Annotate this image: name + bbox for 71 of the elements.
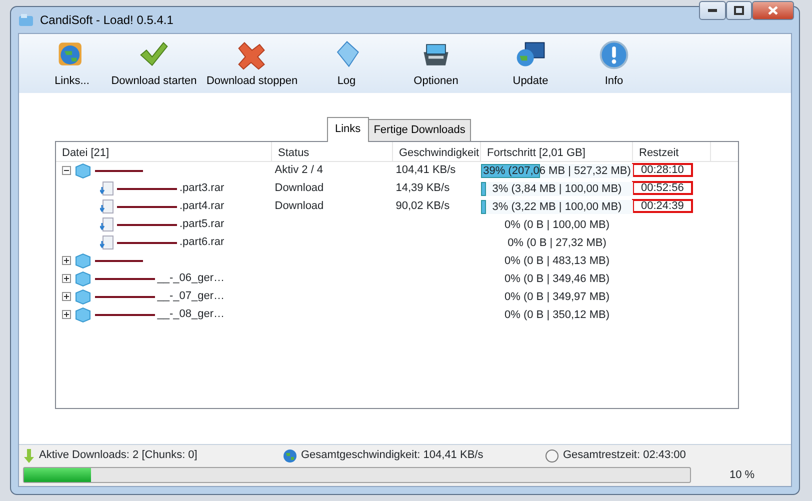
- speed-text: 104,41 KB/s: [396, 164, 456, 176]
- file-download-icon: [100, 199, 114, 214]
- plus-icon: [63, 293, 70, 300]
- progress-text: 0% (0 B | 483,13 MB): [504, 254, 610, 268]
- minimize-button[interactable]: [699, 1, 726, 20]
- progress-text: 0% (0 B | 349,46 MB): [504, 272, 610, 286]
- close-button[interactable]: [752, 1, 794, 20]
- column-header[interactable]: Fortschritt [2,01 GB]: [481, 142, 633, 160]
- globe-monitor-button[interactable]: Update: [482, 38, 579, 93]
- time-remaining: 00:24:39: [633, 200, 692, 212]
- file-name: .part5.rar: [180, 217, 224, 232]
- progress-text: 0% (0 B | 350,12 MB): [504, 308, 610, 322]
- info-icon: [597, 38, 631, 70]
- maximize-button[interactable]: [726, 1, 752, 20]
- file-name: .part6.rar: [180, 235, 224, 250]
- file-name: __-_06_ger…: [157, 271, 225, 286]
- column-header[interactable]: Status: [272, 142, 393, 160]
- puzzle-globe-button[interactable]: Links...: [37, 38, 107, 93]
- status-text: Download: [274, 200, 324, 212]
- column-header[interactable]: Geschwindigkeit: [393, 142, 481, 160]
- app-icon: [18, 13, 34, 27]
- cross-button[interactable]: Download stoppen: [201, 38, 303, 93]
- file-download-icon: [100, 181, 114, 196]
- progress-text: 0% (0 B | 27,32 MB): [506, 236, 608, 250]
- plus-icon: [63, 311, 70, 318]
- status-text: Aktiv 2 / 4: [274, 164, 324, 176]
- package-icon: [74, 252, 92, 268]
- speed-text: 14,39 KB/s: [396, 182, 450, 194]
- check-button[interactable]: Download starten: [107, 38, 201, 93]
- package-icon: [74, 288, 92, 304]
- maximize-icon: [734, 6, 744, 15]
- expand-button[interactable]: [62, 274, 71, 283]
- file-download-icon: [100, 235, 114, 250]
- expand-button[interactable]: [62, 310, 71, 319]
- status-text: Download: [274, 182, 324, 194]
- toolbox-button[interactable]: Optionen: [390, 38, 482, 93]
- file-name: .part3.rar: [180, 181, 224, 196]
- time-remaining: 00:28:10: [633, 164, 692, 176]
- status-text: Gesamtgeschwindigkeit: 104,41 KB/s: [301, 448, 484, 464]
- tab[interactable]: Links: [327, 117, 369, 142]
- package-icon: [74, 306, 92, 322]
- time-remaining: 00:52:56: [633, 182, 692, 194]
- column-header[interactable]: Datei [21]: [56, 142, 272, 160]
- progress-text: 3% (3,22 MB | 100,00 MB): [491, 200, 623, 214]
- minimize-icon: [708, 9, 717, 12]
- progress-text: 0% (0 B | 349,97 MB): [504, 290, 610, 304]
- status-text: Aktive Downloads: 2 [Chunks: 0]: [39, 448, 198, 464]
- globe-icon: [283, 448, 297, 462]
- close-icon: [768, 6, 778, 15]
- progress-text: 0% (0 B | 100,00 MB): [504, 218, 610, 232]
- file-name: __-_08_ger…: [157, 307, 225, 322]
- clock-icon: [545, 448, 559, 462]
- tab[interactable]: Fertige Downloads: [368, 119, 472, 140]
- speed-text: 90,02 KB/s: [396, 200, 450, 212]
- info-button[interactable]: Info: [579, 38, 649, 93]
- status-text: Gesamtrestzeit: 02:43:00: [563, 448, 686, 464]
- expand-button[interactable]: [62, 292, 71, 301]
- window-title: CandiSoft - Load! 0.5.4.1: [40, 12, 174, 29]
- file-name: .part4.rar: [180, 199, 224, 214]
- plus-icon: [63, 257, 70, 264]
- progress-text: 3% (3,84 MB | 100,00 MB): [491, 182, 623, 196]
- progress-reading: 10 %: [728, 468, 756, 483]
- column-header[interactable]: Restzeit: [633, 142, 711, 160]
- file-download-icon: [100, 217, 114, 232]
- collapse-button[interactable]: [62, 166, 71, 175]
- plus-icon: [63, 275, 70, 282]
- expand-button[interactable]: [62, 256, 71, 265]
- download-arrow-icon: [23, 448, 35, 464]
- file-name: __-_07_ger…: [157, 289, 225, 304]
- package-icon: [74, 270, 92, 286]
- document-button[interactable]: Log: [303, 38, 390, 93]
